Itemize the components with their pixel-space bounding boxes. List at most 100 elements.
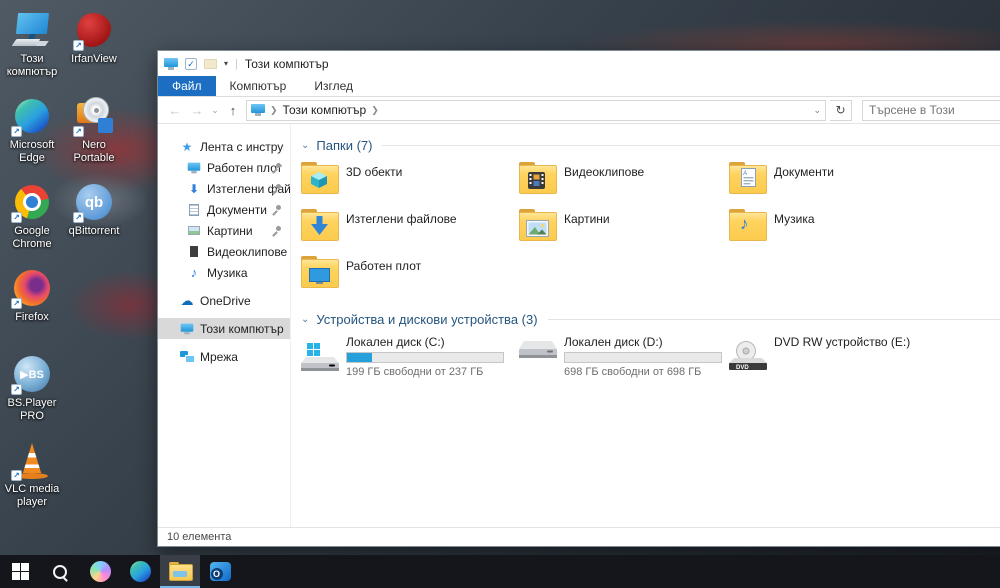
recent-locations-dropdown[interactable]: ⌄ [210,105,220,116]
file-explorer-icon [169,562,193,581]
folder-tile-pictures[interactable]: Картини [519,208,729,255]
items-view: ⌄ Папки (7) 3D обекти Видеоклипове A Док… [291,124,1000,527]
start-button[interactable] [0,555,40,588]
sidebar-item-videos[interactable]: Видеоклипове [158,241,290,262]
taskbar-search-button[interactable] [40,555,80,588]
pin-icon [272,163,282,173]
desktop-icon-label: Този компютър [6,53,58,79]
picture-icon [187,226,201,235]
sidebar-item-this-pc[interactable]: Този компютър [158,318,290,339]
taskbar-copilot-button[interactable] [80,555,120,588]
tab-computer[interactable]: Компютър [216,76,301,96]
folder-icon: ♪ [729,209,767,241]
drive-tile-e[interactable]: DVD DVD RW устройство (E:) [729,335,969,382]
properties-button[interactable]: ✓ [185,57,197,70]
taskbar-file-explorer-button[interactable] [160,555,200,588]
forward-button[interactable]: → [188,103,206,118]
sidebar-item-desktop[interactable]: Работен плот [158,157,290,178]
shortcut-arrow-icon: ↗ [73,126,84,137]
drives-grid: Локален диск (C:) 199 ГБ свободни от 237… [301,335,1000,382]
address-dropdown-icon[interactable]: ⌄ [813,105,821,116]
sidebar-item-onedrive[interactable]: ☁ OneDrive [158,290,290,311]
breadcrumb-separator[interactable]: ❯ [371,105,379,116]
this-pc-icon [164,57,178,70]
search-box[interactable] [862,99,1000,121]
address-bar[interactable]: ❯ Този компютър ❯ ⌄ [246,99,826,121]
desktop-icon-bsplayer[interactable]: ▶BS ↗ BS.Player PRO [1,350,63,436]
desktop-icon-label: VLC media player [4,483,60,509]
taskbar [0,555,1000,588]
folder-icon [301,162,339,194]
navigation-pane: ★ Лента с инструменти Работен плот ⬇ Изт… [158,124,291,527]
folder-tile-desktop[interactable]: Работен плот [301,255,519,302]
sidebar-item-quick-access[interactable]: ★ Лента с инструменти [158,136,290,157]
folder-icon [301,256,339,288]
tab-file[interactable]: Файл [158,76,216,96]
sidebar-item-music[interactable]: ♪ Музика [158,262,290,283]
edge-icon: ↗ [11,96,52,137]
up-button[interactable]: ↑ [224,103,242,118]
dvd-drive-icon: DVD [729,341,767,376]
shortcut-arrow-icon: ↗ [73,40,84,51]
desktop-icon-label: Nero Portable [73,139,115,165]
search-input[interactable] [869,103,1000,117]
sidebar-item-downloads[interactable]: ⬇ Изтеглени файлове [158,178,290,199]
title-bar[interactable]: ✓ ▾ | Този компютър [158,51,1000,76]
tab-view[interactable]: Изглед [300,76,367,96]
desktop-icon-qbittorrent[interactable]: qb ↗ qBittorrent [63,178,125,264]
folder-tile-documents[interactable]: A Документи [729,161,969,208]
desktop-screen-icon [309,268,330,284]
network-icon [180,350,195,363]
collapse-chevron-icon[interactable]: ⌄ [301,140,309,151]
sidebar-item-pictures[interactable]: Картини [158,220,290,241]
folder-icon [519,209,557,241]
customize-toolbar-dropdown[interactable]: ▾ [224,59,228,68]
music-note-icon: ♪ [190,265,198,280]
sidebar-item-documents[interactable]: Документи [158,199,290,220]
back-button[interactable]: ← [166,103,184,118]
collapse-chevron-icon[interactable]: ⌄ [301,314,309,325]
new-folder-button[interactable] [204,58,217,69]
taskbar-edge-button[interactable] [120,555,160,588]
folders-group-header[interactable]: ⌄ Папки (7) [301,138,1000,153]
desktop-icon-microsoft-edge[interactable]: ↗ Microsoft Edge [1,92,63,178]
desktop-icon-vlc[interactable]: ↗ VLC media player [1,436,63,522]
desktop-icon-this-pc[interactable]: Този компютър [1,6,63,92]
refresh-button[interactable]: ↻ [830,99,852,121]
edge-icon [129,561,151,582]
folder-tile-3d-objects[interactable]: 3D обекти [301,161,519,208]
desktop-icon-label: Microsoft Edge [9,139,55,165]
system-drive-icon [301,341,339,378]
breadcrumb-separator: ❯ [270,104,278,115]
vlc-icon: ↗ [11,440,52,481]
taskbar-outlook-button[interactable] [200,555,240,588]
desktop-icon-firefox[interactable]: ↗ Firefox [1,264,63,350]
document-icon: A [741,168,756,187]
desktop-icon [187,162,201,174]
shortcut-arrow-icon: ↗ [73,212,84,223]
drive-tile-c[interactable]: Локален диск (C:) 199 ГБ свободни от 237… [301,335,519,382]
address-bar-row: ← → ⌄ ↑ ❯ Този компютър ❯ ⌄ ↻ [158,97,1000,124]
folder-tile-music[interactable]: ♪ Музика [729,208,969,255]
desktop-icon-label: Google Chrome [12,225,52,251]
folder-tile-videos[interactable]: Видеоклипове [519,161,729,208]
file-explorer-window: ✓ ▾ | Този компютър Файл Компютър Изглед… [157,50,1000,547]
folder-icon [519,162,557,194]
nero-icon: ↗ [73,96,114,137]
devices-group-header[interactable]: ⌄ Устройства и дискови устройства (3) [301,312,1000,327]
breadcrumb[interactable]: Този компютър [283,103,367,117]
sidebar-item-network[interactable]: Мрежа [158,346,290,367]
disk-usage-bar [346,352,504,363]
desktop-icon-column-2: ↗ IrfanView ↗ Nero Portable qb ↗ qBittorr… [63,6,125,264]
shortcut-arrow-icon: ↗ [11,470,22,481]
folder-tile-downloads[interactable]: Изтеглени файлове [301,208,519,255]
desktop-icon-irfanview[interactable]: ↗ IrfanView [63,6,125,92]
ribbon-tabs: Файл Компютър Изглед [158,76,1000,97]
desktop-icon-nero-portable[interactable]: ↗ Nero Portable [63,92,125,178]
download-arrow-icon [311,216,328,236]
desktop-icon-column-1: Този компютър ↗ Microsoft Edge ↗ Google … [1,6,63,522]
document-icon [187,203,201,216]
folder-icon: A [729,162,767,194]
drive-tile-d[interactable]: Локален диск (D:) 698 ГБ свободни от 698… [519,335,729,382]
desktop-icon-google-chrome[interactable]: ↗ Google Chrome [1,178,63,264]
